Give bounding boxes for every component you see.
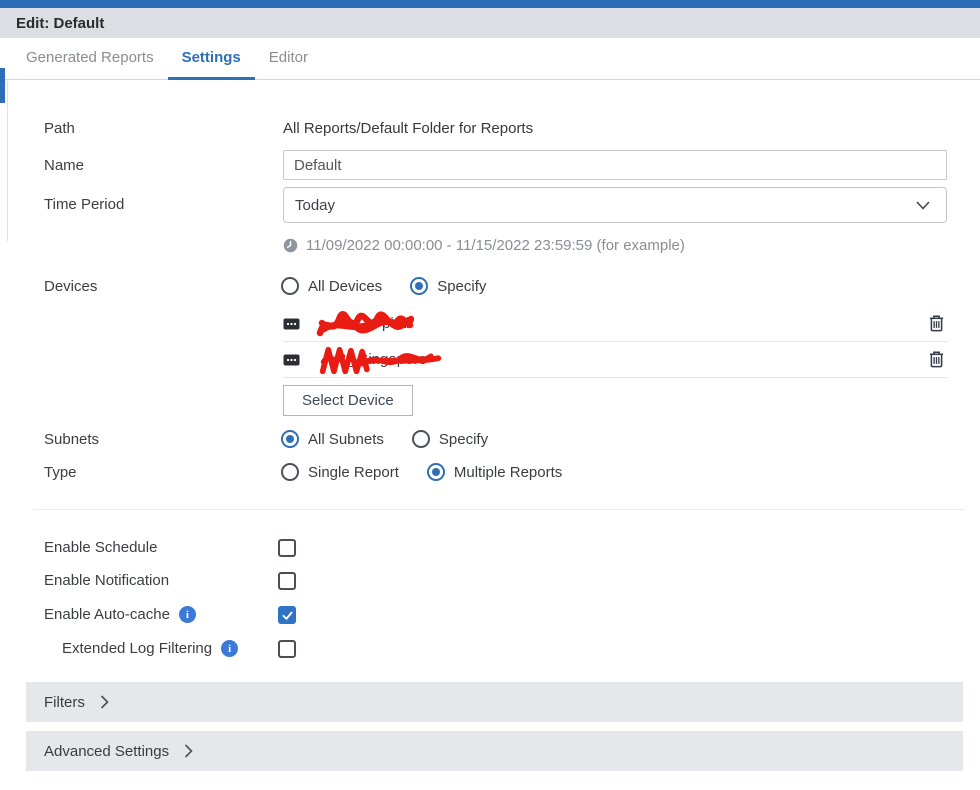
radio-label: Multiple Reports: [454, 464, 562, 481]
devices-radio-group: All Devices Specify: [281, 277, 486, 295]
device-name: pital: [304, 306, 928, 341]
enable-auto-cache-checkbox[interactable]: [278, 606, 296, 624]
extended-log-filtering-label: Extended Log Filtering i: [62, 640, 238, 657]
time-range-hint: 11/09/2022 00:00:00 - 11/15/2022 23:59:5…: [283, 237, 685, 254]
radio-button[interactable]: [412, 430, 430, 448]
radio-button[interactable]: [281, 277, 299, 295]
time-period-select[interactable]: Today: [283, 187, 947, 223]
name-label: Name: [44, 157, 84, 174]
radio-specify-devices[interactable]: Specify: [410, 277, 486, 295]
radio-label: Single Report: [308, 464, 399, 481]
device-row: _Singapore: [283, 342, 947, 378]
enable-schedule-checkbox[interactable]: [278, 539, 296, 557]
device-row: pital: [283, 306, 947, 342]
info-icon[interactable]: i: [221, 640, 238, 657]
enable-auto-cache-label: Enable Auto-cache i: [44, 606, 196, 623]
tab-editor[interactable]: Editor: [255, 38, 322, 80]
radio-multiple-reports[interactable]: Multiple Reports: [427, 463, 562, 481]
select-device-button[interactable]: Select Device: [283, 385, 413, 416]
time-range-text: 11/09/2022 00:00:00 - 11/15/2022 23:59:5…: [306, 237, 685, 254]
section-label: Advanced Settings: [44, 743, 169, 760]
radio-label: All Subnets: [308, 431, 384, 448]
trash-icon: [928, 357, 945, 372]
left-panel-edge: [7, 81, 8, 241]
trash-icon: [928, 321, 945, 336]
chevron-right-icon: [184, 744, 193, 758]
clock-icon: [283, 238, 298, 253]
type-radio-group: Single Report Multiple Reports: [281, 463, 562, 481]
toggle-row-enable-auto-cache: Enable Auto-cache i: [0, 606, 980, 624]
radio-button[interactable]: [427, 463, 445, 481]
tab-settings[interactable]: Settings: [168, 38, 255, 80]
section-advanced-settings[interactable]: Advanced Settings: [26, 731, 963, 771]
dialog-title: Edit: Default: [0, 8, 980, 38]
radio-button[interactable]: [410, 277, 428, 295]
radio-label: Specify: [439, 431, 488, 448]
subnets-label: Subnets: [44, 431, 99, 448]
checkmark-icon: [281, 609, 294, 622]
path-value: All Reports/Default Folder for Reports: [283, 120, 533, 137]
top-accent-bar: [0, 0, 980, 8]
path-label: Path: [44, 120, 75, 137]
radio-label: Specify: [437, 278, 486, 295]
info-icon[interactable]: i: [179, 606, 196, 623]
devices-label: Devices: [44, 278, 97, 295]
toggle-label-text: Enable Auto-cache: [44, 606, 170, 623]
type-label: Type: [44, 464, 77, 481]
device-name-visible-text: _Singapore: [304, 351, 427, 368]
device-icon: [283, 318, 300, 330]
delete-device-button[interactable]: [928, 350, 945, 369]
enable-notification-label: Enable Notification: [44, 572, 169, 589]
device-name: _Singapore: [304, 342, 928, 377]
device-icon: [283, 354, 300, 366]
selected-device-list: pital: [283, 306, 947, 378]
section-divider: [33, 509, 965, 510]
tab-bar: Generated Reports Settings Editor: [0, 38, 980, 80]
radio-label: All Devices: [308, 278, 382, 295]
tab-generated-reports[interactable]: Generated Reports: [12, 38, 168, 80]
section-filters[interactable]: Filters: [26, 682, 963, 722]
delete-device-button[interactable]: [928, 314, 945, 333]
left-accent-strip: [0, 68, 5, 103]
toggle-row-enable-schedule: Enable Schedule: [0, 539, 980, 557]
toggle-label-text: Extended Log Filtering: [62, 640, 212, 657]
chevron-down-icon: [916, 201, 930, 210]
enable-schedule-label: Enable Schedule: [44, 539, 157, 556]
section-label: Filters: [44, 694, 85, 711]
time-period-value: Today: [295, 197, 335, 214]
device-name-visible-text: pital: [304, 315, 410, 332]
radio-all-devices[interactable]: All Devices: [281, 277, 382, 295]
radio-single-report[interactable]: Single Report: [281, 463, 399, 481]
toggle-row-extended-log-filtering: Extended Log Filtering i: [0, 640, 980, 658]
radio-specify-subnets[interactable]: Specify: [412, 430, 488, 448]
radio-all-subnets[interactable]: All Subnets: [281, 430, 384, 448]
enable-notification-checkbox[interactable]: [278, 572, 296, 590]
time-period-label: Time Period: [44, 196, 124, 213]
radio-button[interactable]: [281, 430, 299, 448]
extended-log-filtering-checkbox[interactable]: [278, 640, 296, 658]
toggle-row-enable-notification: Enable Notification: [0, 572, 980, 590]
subnets-radio-group: All Subnets Specify: [281, 430, 488, 448]
toggle-label-text: Enable Notification: [44, 572, 169, 589]
edit-report-dialog: Edit: Default Generated Reports Settings…: [0, 0, 980, 790]
chevron-right-icon: [100, 695, 109, 709]
radio-button[interactable]: [281, 463, 299, 481]
toggle-label-text: Enable Schedule: [44, 539, 157, 556]
name-input[interactable]: [283, 150, 947, 180]
